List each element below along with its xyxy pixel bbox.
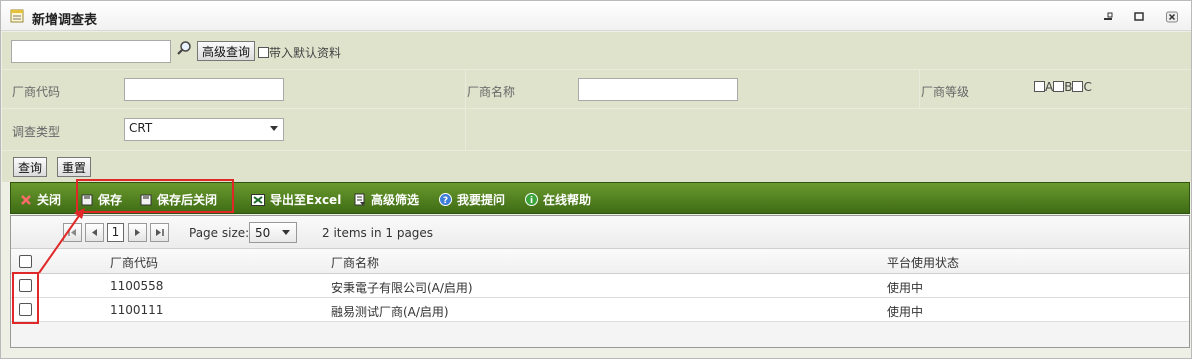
form-icon <box>10 9 24 23</box>
select-all-checkbox[interactable] <box>19 255 32 268</box>
vendor-row: 厂商代码 厂商名称 厂商等级 ABC <box>2 70 1191 109</box>
level-c-label: C <box>1083 80 1092 94</box>
chevron-down-icon <box>270 126 278 131</box>
survey-type-value: CRT <box>129 121 153 135</box>
vendor-code-cell: 1100558 <box>110 279 164 293</box>
vendor-grid: 1 Page size: 50 2 items in 1 pages 厂商代码 … <box>10 215 1190 348</box>
search-panel: 高级查询 带入默认资料 厂商代码 厂商名称 厂商等级 ABC 调查类型 CRT <box>2 32 1191 182</box>
svg-text:i: i <box>530 196 533 206</box>
survey-type-label: 调查类型 <box>12 125 61 139</box>
search-icon[interactable] <box>176 40 192 56</box>
column-divider <box>465 109 466 151</box>
advanced-query-button[interactable]: 高级查询 <box>197 41 256 61</box>
column-header-vendor-code[interactable]: 厂商代码 <box>110 254 158 271</box>
platform-status-cell: 使用中 <box>887 281 924 295</box>
vendor-name-cell: 安秉電子有限公司(A/启用) <box>331 281 473 295</box>
platform-status-cell: 使用中 <box>887 305 924 319</box>
advanced-filter-label: 高级筛选 <box>371 193 420 207</box>
table-row[interactable]: 1100558 安秉電子有限公司(A/启用) 使用中 <box>11 274 1189 298</box>
vendor-level-options: ABC <box>1034 80 1092 94</box>
window-title: 新增调查表 <box>32 13 98 28</box>
title-bar: 新增调查表 <box>1 1 1191 31</box>
level-c-checkbox[interactable] <box>1072 81 1084 92</box>
online-help-label: 在线帮助 <box>543 193 592 207</box>
vendor-name-input[interactable] <box>578 78 738 101</box>
prev-page-icon <box>92 229 97 236</box>
first-page-icon <box>68 229 76 236</box>
ask-question-label: 我要提问 <box>457 193 506 207</box>
survey-window: 新增调查表 高级查询 带入默认资料 厂商代码 厂商名称 厂商等级 A B C 调… <box>0 0 1192 359</box>
column-divider <box>919 70 920 109</box>
first-page-button[interactable] <box>63 223 82 242</box>
pager-info: 2 items in 1 pages <box>322 226 434 240</box>
export-excel-label: 导出至Excel <box>270 193 342 207</box>
ask-question-button[interactable]: ? 我要提问 <box>439 191 505 208</box>
reset-button[interactable]: 重置 <box>57 157 92 177</box>
last-page-icon <box>156 229 164 236</box>
restore-icon[interactable] <box>1101 11 1115 23</box>
query-buttons-row: 查询 重置 <box>2 151 1191 182</box>
excel-icon <box>251 194 265 206</box>
current-page-number[interactable]: 1 <box>107 223 124 242</box>
last-page-button[interactable] <box>150 223 169 242</box>
vendor-level-label: 厂商等级 <box>921 85 970 99</box>
survey-type-select[interactable]: CRT <box>124 118 284 141</box>
page-size-value: 50 <box>255 226 271 240</box>
quick-search-row: 高级查询 带入默认资料 <box>2 32 1191 70</box>
default-data-checkbox[interactable] <box>258 47 269 58</box>
default-data-option[interactable]: 带入默认资料 <box>258 44 341 61</box>
level-b-label: B <box>1064 80 1073 94</box>
page-size-label: Page size: <box>189 226 250 240</box>
vendor-name-cell: 融易测试厂商(A/启用) <box>331 305 449 319</box>
default-data-label: 带入默认资料 <box>269 46 342 60</box>
column-divider <box>465 70 466 109</box>
keyword-input[interactable] <box>11 40 171 63</box>
grid-header: 厂商代码 厂商名称 平台使用状态 <box>11 249 1189 274</box>
advanced-filter-button[interactable]: 高级筛选 <box>354 191 419 208</box>
table-row[interactable]: 1100111 融易测试厂商(A/启用) 使用中 <box>11 298 1189 322</box>
prev-page-button[interactable] <box>85 223 104 242</box>
svg-text:?: ? <box>443 196 448 206</box>
question-icon: ? <box>439 193 452 206</box>
column-header-platform-status[interactable]: 平台使用状态 <box>887 254 959 271</box>
annotation-box-checkboxes <box>12 272 39 324</box>
pager: 1 Page size: 50 2 items in 1 pages <box>11 216 1189 249</box>
close-button[interactable]: 关闭 <box>20 191 61 208</box>
online-help-button[interactable]: i 在线帮助 <box>525 191 591 208</box>
close-icon[interactable] <box>1165 11 1179 23</box>
next-page-button[interactable] <box>128 223 147 242</box>
maximize-icon[interactable] <box>1132 11 1146 23</box>
query-button[interactable]: 查询 <box>13 157 48 177</box>
level-b-checkbox[interactable] <box>1053 81 1065 92</box>
level-a-checkbox[interactable] <box>1034 81 1045 92</box>
filter-doc-icon <box>354 193 365 206</box>
next-page-icon <box>135 229 140 236</box>
page-size-select[interactable]: 50 <box>249 222 297 243</box>
chevron-down-icon <box>282 230 290 235</box>
vendor-code-input[interactable] <box>124 78 284 101</box>
export-excel-button[interactable]: 导出至Excel <box>251 191 341 208</box>
survey-type-row: 调查类型 CRT <box>2 109 1191 151</box>
annotation-box-save <box>76 179 234 213</box>
info-icon: i <box>525 193 538 206</box>
grid-footer <box>11 322 1189 347</box>
vendor-name-label: 厂商名称 <box>467 85 516 99</box>
close-x-icon <box>21 195 31 205</box>
vendor-code-label: 厂商代码 <box>12 85 61 99</box>
level-a-label: A <box>1045 80 1054 94</box>
vendor-code-cell: 1100111 <box>110 303 164 317</box>
column-header-vendor-name[interactable]: 厂商名称 <box>331 254 379 271</box>
close-label: 关闭 <box>37 193 62 207</box>
